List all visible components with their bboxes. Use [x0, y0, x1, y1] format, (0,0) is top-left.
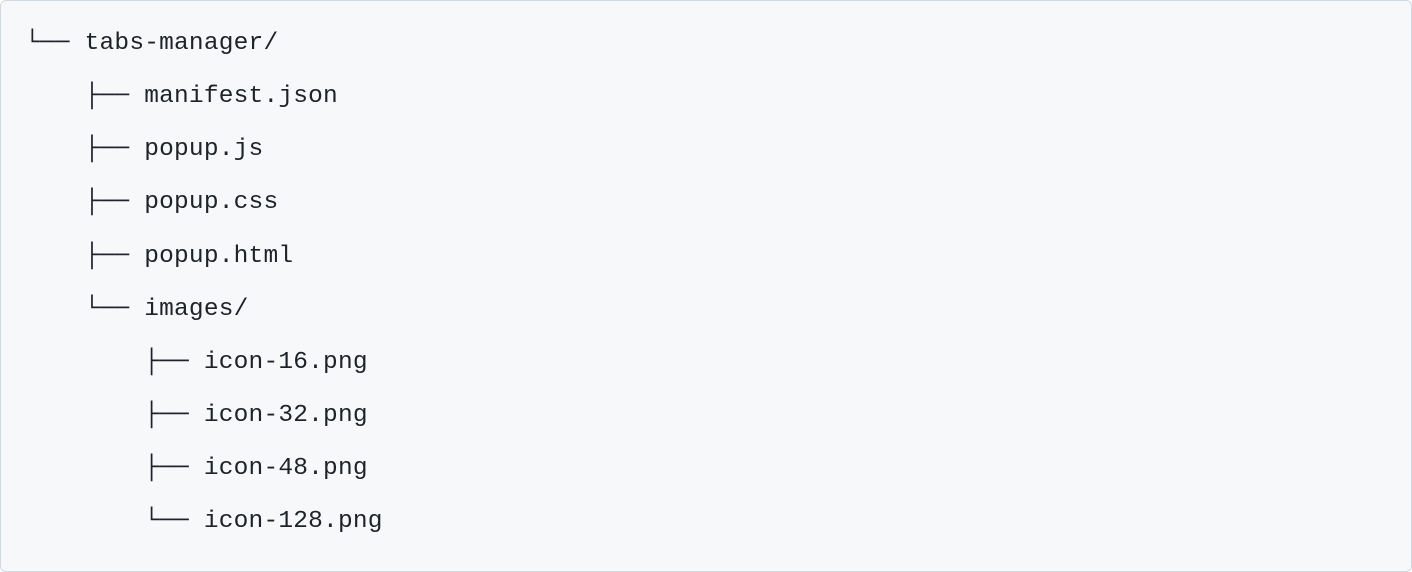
tree-line: ├── popup.js	[25, 136, 263, 163]
tree-line: └── icon-128.png	[25, 508, 383, 535]
tree-line: ├── popup.css	[25, 189, 278, 216]
code-block: └── tabs-manager/ ├── manifest.json ├── …	[0, 0, 1412, 572]
tree-line: ├── popup.html	[25, 243, 293, 270]
tree-line: ├── icon-16.png	[25, 349, 368, 376]
tree-line: ├── manifest.json	[25, 83, 338, 110]
tree-line: └── tabs-manager/	[25, 30, 278, 57]
tree-line: ├── icon-48.png	[25, 455, 368, 482]
tree-line: └── images/	[25, 296, 249, 323]
directory-tree: └── tabs-manager/ ├── manifest.json ├── …	[25, 17, 1387, 549]
tree-line: ├── icon-32.png	[25, 402, 368, 429]
